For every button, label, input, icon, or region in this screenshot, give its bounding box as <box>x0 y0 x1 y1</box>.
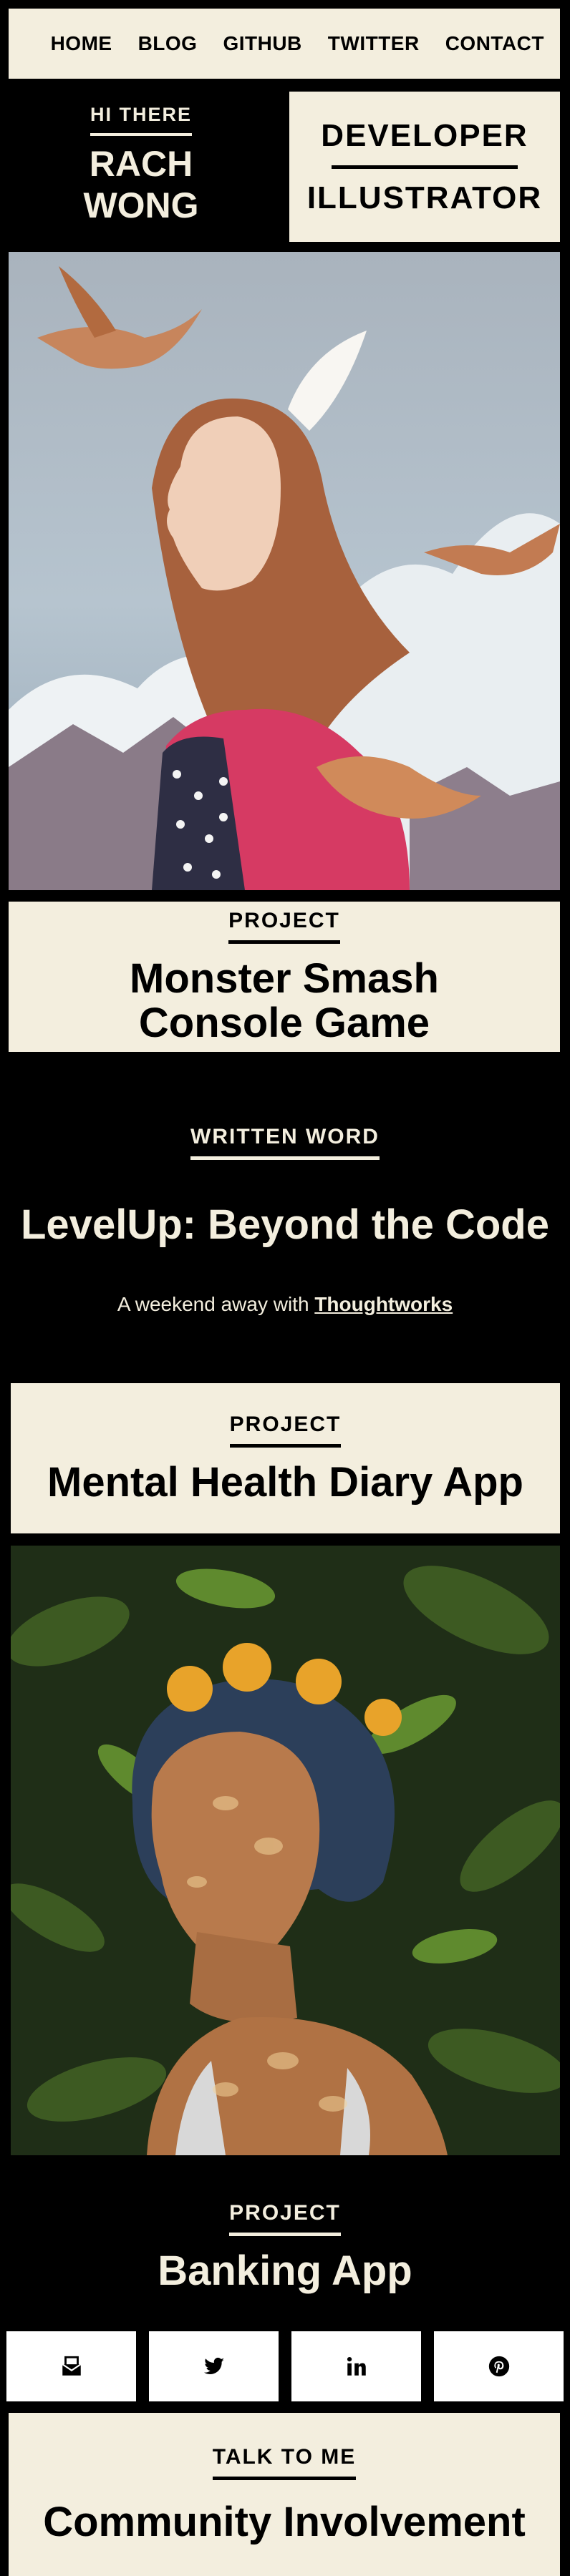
written-word-label: WRITTEN WORD <box>190 1125 380 1160</box>
project-title-line2: Console Game <box>138 999 430 1046</box>
linkedin-button[interactable] <box>291 2331 421 2401</box>
illustration-girl-with-birds[interactable] <box>9 252 560 890</box>
nav-home-link[interactable]: HOME <box>51 32 112 55</box>
talk-to-me-card[interactable]: TALK TO ME Community Involvement <box>9 2413 560 2576</box>
social-links <box>6 2331 564 2401</box>
illustration-woman-in-foliage[interactable] <box>11 1546 560 2155</box>
role-developer: DEVELOPER <box>321 117 528 153</box>
nav-twitter-link[interactable]: TWITTER <box>328 32 420 55</box>
nav-contact-link[interactable]: CONTACT <box>445 32 544 55</box>
written-word-title[interactable]: LevelUp: Beyond the Code <box>21 1202 549 1247</box>
project-label: PROJECT <box>229 1413 342 1448</box>
twitter-button[interactable] <box>149 2331 279 2401</box>
hero-name-line1: RACH <box>89 143 193 184</box>
written-word-section: WRITTEN WORD LevelUp: Beyond the Code A … <box>0 1102 570 1338</box>
role-illustrator: ILLUSTRATOR <box>306 180 543 215</box>
mail-icon <box>62 2356 81 2376</box>
project-card-monster-smash[interactable]: PROJECT Monster Smash Console Game <box>9 902 560 1052</box>
top-nav: HOME BLOG GITHUB TWITTER CONTACT <box>9 9 560 79</box>
nav-blog-link[interactable]: BLOG <box>138 32 198 55</box>
hero-roles: DEVELOPER ILLUSTRATOR <box>289 92 560 242</box>
project-title: Mental Health Diary App <box>47 1458 523 1506</box>
talk-label: TALK TO ME <box>212 2445 357 2480</box>
pinterest-button[interactable] <box>434 2331 564 2401</box>
linkedin-icon <box>347 2356 366 2376</box>
project-label: PROJECT <box>228 909 340 944</box>
project-title-line1: Monster Smash <box>130 955 439 1002</box>
subtitle-prefix: A weekend away with <box>117 1292 315 1315</box>
project-card-banking-app[interactable]: PROJECT Banking App <box>0 2175 570 2318</box>
project-label: PROJECT <box>229 2201 341 2236</box>
role-divider <box>332 165 518 169</box>
written-word-subtitle: A weekend away with Thoughtworks <box>117 1293 453 1316</box>
project-card-mental-health[interactable]: PROJECT Mental Health Diary App <box>11 1383 560 1533</box>
hero-intro: HI THERE RACH WONG <box>9 93 274 236</box>
mail-button[interactable] <box>6 2331 136 2401</box>
hero-greeting: HI THERE <box>90 104 192 136</box>
project-title: Monster Smash Console Game <box>130 955 439 1046</box>
thoughtworks-link[interactable]: Thoughtworks <box>314 1293 453 1315</box>
project-title: Banking App <box>158 2247 412 2294</box>
talk-title: Community Involvement <box>43 2498 526 2545</box>
hero-name-line2: WONG <box>83 185 199 225</box>
nav-github-link[interactable]: GITHUB <box>223 32 301 55</box>
twitter-icon <box>203 2357 224 2375</box>
pinterest-icon <box>488 2356 509 2377</box>
